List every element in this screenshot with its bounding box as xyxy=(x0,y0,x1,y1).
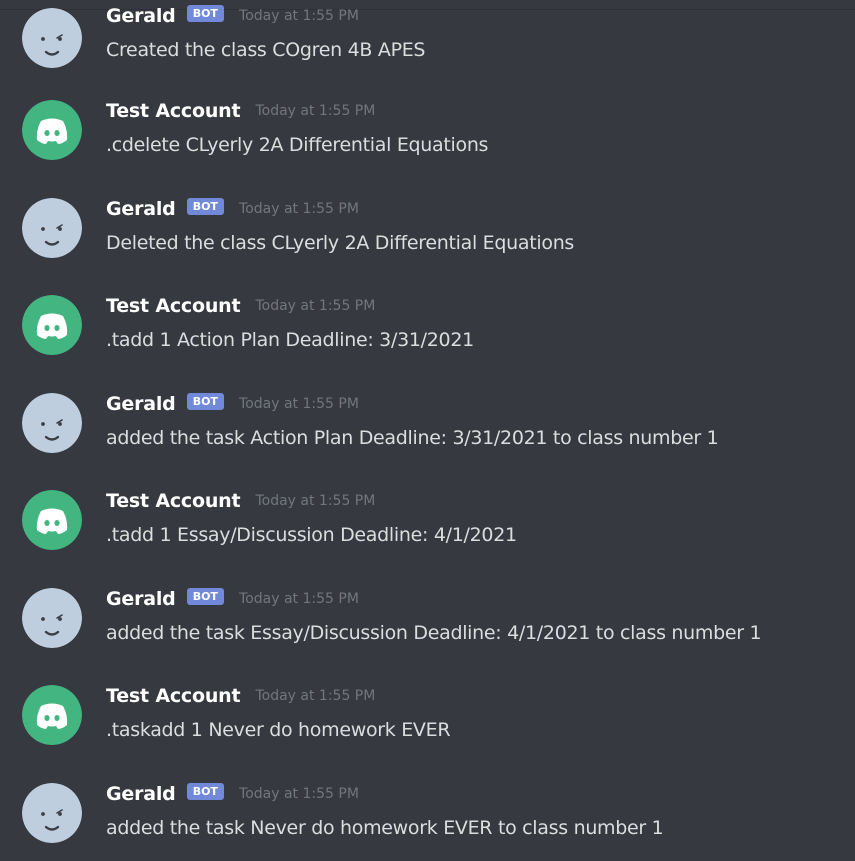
message-header: Gerald BOT Today at 1:55 PM xyxy=(106,197,359,226)
avatar[interactable] xyxy=(22,295,82,355)
bot-tag: BOT xyxy=(186,197,224,215)
message: Test Account Today at 1:55 PM .tadd 1 Es… xyxy=(0,490,855,580)
discord-logo-icon xyxy=(22,100,82,160)
message-content: .taskadd 1 Never do homework EVER xyxy=(106,719,451,741)
message-content: Created the class COgren 4B APES xyxy=(106,39,426,61)
avatar[interactable] xyxy=(22,490,82,550)
username[interactable]: Test Account xyxy=(106,100,241,122)
message: Gerald BOT Today at 1:55 PM added the ta… xyxy=(0,587,855,678)
timestamp[interactable]: Today at 1:55 PM xyxy=(239,8,359,24)
timestamp[interactable]: Today at 1:55 PM xyxy=(239,591,359,607)
message-header: Gerald BOT Today at 1:55 PM xyxy=(106,392,359,421)
avatar[interactable] xyxy=(22,8,82,68)
bot-tag: BOT xyxy=(186,587,224,605)
discord-logo-icon xyxy=(22,490,82,550)
bot-tag: BOT xyxy=(186,392,224,410)
message-content: .tadd 1 Essay/Discussion Deadline: 4/1/2… xyxy=(106,524,517,546)
message-header: Gerald BOT Today at 1:55 PM xyxy=(106,587,359,616)
message-content: added the task Essay/Discussion Deadline… xyxy=(106,622,762,644)
username[interactable]: Test Account xyxy=(106,685,241,707)
message-header: Test Account Today at 1:55 PM xyxy=(106,100,375,128)
bot-face-icon xyxy=(22,783,82,843)
timestamp[interactable]: Today at 1:55 PM xyxy=(255,298,375,314)
username[interactable]: Test Account xyxy=(106,490,241,512)
timestamp[interactable]: Today at 1:55 PM xyxy=(239,201,359,217)
message-header: Gerald BOT Today at 1:55 PM xyxy=(106,4,359,33)
bot-tag: BOT xyxy=(186,782,224,800)
message: Test Account Today at 1:55 PM .tadd 1 Ac… xyxy=(0,295,855,385)
message: Gerald BOT Today at 1:55 PM added the ta… xyxy=(0,392,855,483)
avatar[interactable] xyxy=(22,393,82,453)
discord-logo-icon xyxy=(22,685,82,745)
message-content: added the task Never do homework EVER to… xyxy=(106,817,664,839)
bot-face-icon xyxy=(22,393,82,453)
username[interactable]: Test Account xyxy=(106,295,241,317)
avatar[interactable] xyxy=(22,198,82,258)
discord-logo-icon xyxy=(22,295,82,355)
username[interactable]: Gerald xyxy=(106,5,176,27)
message: Gerald BOT Today at 1:55 PM added the ta… xyxy=(0,782,855,861)
username[interactable]: Gerald xyxy=(106,588,176,610)
bot-tag: BOT xyxy=(186,4,224,22)
username[interactable]: Gerald xyxy=(106,198,176,220)
timestamp[interactable]: Today at 1:55 PM xyxy=(255,103,375,119)
message: Test Account Today at 1:55 PM .taskadd 1… xyxy=(0,685,855,775)
avatar[interactable] xyxy=(22,783,82,843)
timestamp[interactable]: Today at 1:55 PM xyxy=(239,396,359,412)
avatar[interactable] xyxy=(22,100,82,160)
bot-face-icon xyxy=(22,588,82,648)
avatar[interactable] xyxy=(22,588,82,648)
timestamp[interactable]: Today at 1:55 PM xyxy=(239,786,359,802)
message-header: Test Account Today at 1:55 PM xyxy=(106,490,375,518)
bot-face-icon xyxy=(22,8,82,68)
message: Gerald BOT Today at 1:55 PM Deleted the … xyxy=(0,197,855,288)
timestamp[interactable]: Today at 1:55 PM xyxy=(255,493,375,509)
username[interactable]: Gerald xyxy=(106,393,176,415)
message-content: .tadd 1 Action Plan Deadline: 3/31/2021 xyxy=(106,329,474,351)
avatar[interactable] xyxy=(22,685,82,745)
username[interactable]: Gerald xyxy=(106,783,176,805)
bot-face-icon xyxy=(22,198,82,258)
message-header: Gerald BOT Today at 1:55 PM xyxy=(106,782,359,811)
message-content: Deleted the class CLyerly 2A Differentia… xyxy=(106,232,575,254)
message-content: added the task Action Plan Deadline: 3/3… xyxy=(106,427,719,449)
message-header: Test Account Today at 1:55 PM xyxy=(106,295,375,323)
message-header: Test Account Today at 1:55 PM xyxy=(106,685,375,713)
message-content: .cdelete CLyerly 2A Differential Equatio… xyxy=(106,134,489,156)
timestamp[interactable]: Today at 1:55 PM xyxy=(255,688,375,704)
message: Test Account Today at 1:55 PM .cdelete C… xyxy=(0,100,855,190)
message: Gerald BOT Today at 1:55 PM Created the … xyxy=(0,4,855,95)
